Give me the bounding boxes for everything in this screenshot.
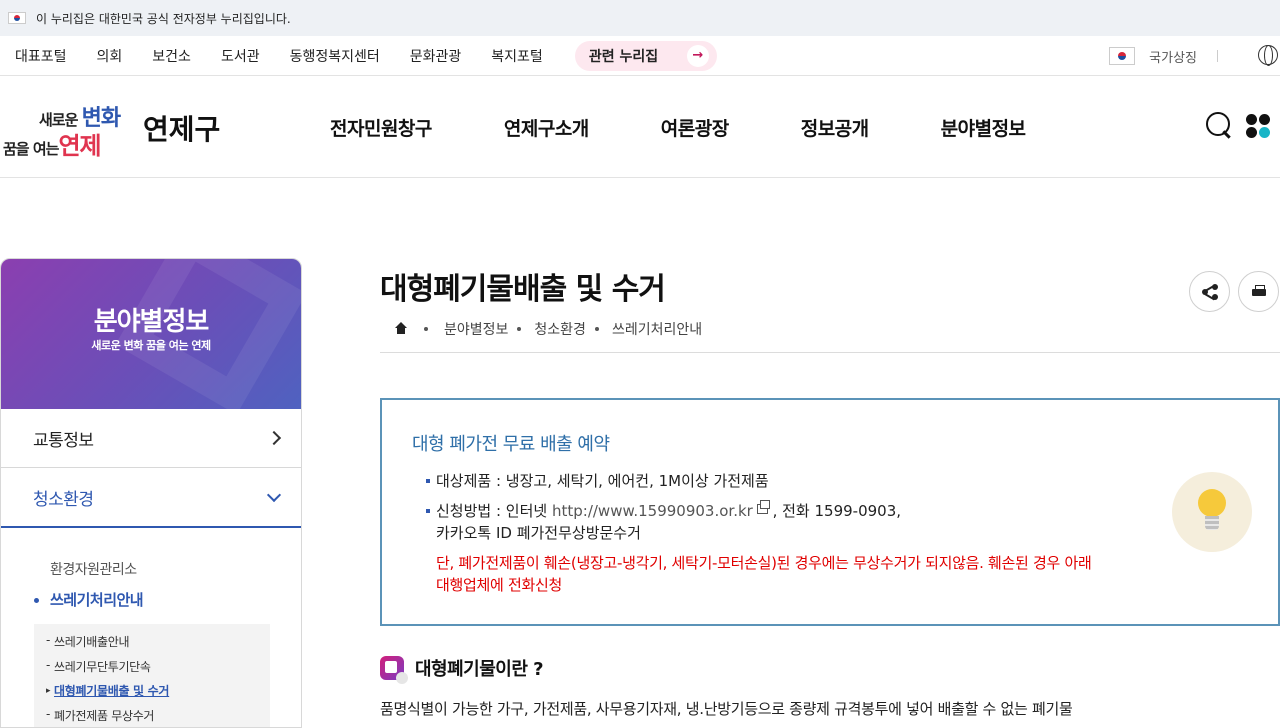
side-nav-item-label: 교통정보 — [33, 426, 94, 451]
breadcrumb-separator — [424, 327, 428, 331]
site-link-health[interactable]: 보건소 — [152, 46, 191, 66]
notice-box: 대형 폐가전 무료 배출 예약 대상제품 : 냉장고, 세탁기, 에어컨, 1M… — [380, 398, 1280, 626]
breadcrumb-item[interactable]: 쓰레기처리안내 — [612, 319, 702, 339]
side-nav-d4-illegal-dumping[interactable]: 쓰레기무단투기단속 — [46, 657, 270, 682]
notice-list: 대상제품 : 냉장고, 세탁기, 에어컨, 1M이상 가전제품 신청방법 : 인… — [426, 470, 1126, 552]
title-divider — [380, 352, 1280, 353]
section-icon — [380, 656, 404, 680]
side-nav: 분야별정보 새로운 변화 꿈을 여는 연제 교통정보 청소환경 환경자원관리소 … — [0, 258, 302, 728]
related-sites-label: 관련 누리집 — [589, 46, 658, 66]
breadcrumb-separator — [517, 327, 521, 331]
side-nav-subtitle: 새로운 변화 꿈을 여는 연제 — [1, 337, 301, 353]
divider — [1217, 50, 1218, 62]
side-nav-sub-waste-guide[interactable]: 쓰레기처리안내 — [34, 588, 301, 618]
related-sites-button[interactable]: 관련 누리집 → — [575, 41, 717, 71]
recycle-site-link[interactable]: http://www.15990903.or.kr — [552, 502, 753, 520]
gnb-item-info-disclosure[interactable]: 정보공개 — [801, 114, 869, 141]
national-symbol-link[interactable]: 국가상징 — [1109, 36, 1218, 76]
breadcrumb-item[interactable]: 분야별정보 — [444, 319, 508, 339]
breadcrumb: 분야별정보 청소환경 쓰레기처리안내 — [380, 318, 1280, 340]
site-link-culture[interactable]: 문화관광 — [410, 46, 462, 66]
section-heading: 대형폐기물이란 ? — [380, 655, 543, 681]
side-nav-d4-bulky-waste[interactable]: 대형폐기물배출 및 수거 — [46, 681, 270, 706]
site-link-council[interactable]: 의회 — [97, 46, 123, 66]
side-nav-title: 분야별정보 — [1, 301, 301, 338]
all-menu-icon[interactable] — [1246, 114, 1272, 140]
share-icon — [1202, 284, 1218, 300]
korea-flag-icon — [1109, 47, 1135, 65]
site-link-portal[interactable]: 대표포털 — [15, 46, 67, 66]
section-text: 품명식별이 가능한 가구, 가전제품, 사무용기자재, 냉.난방기등으로 종량제… — [380, 698, 1280, 719]
logo-slogan-bottom: 꿈을 여는연제 — [3, 126, 101, 161]
side-nav-item-label: 청소환경 — [33, 485, 94, 510]
section-title: 대형폐기물이란 ? — [415, 655, 543, 681]
side-nav-d4-appliance-pickup[interactable]: 폐가전제품 무상수거 — [46, 706, 270, 728]
gov-banner: 이 누리집은 대한민국 공식 전자정부 누리집입니다. — [0, 0, 1280, 36]
site-links-bar: 대표포털 의회 보건소 도서관 동행정복지센터 문화관광 복지포털 관련 누리집… — [0, 36, 1280, 76]
site-link-library[interactable]: 도서관 — [221, 46, 260, 66]
print-button[interactable] — [1238, 271, 1279, 312]
side-nav-header: 분야별정보 새로운 변화 꿈을 여는 연제 — [1, 259, 301, 409]
chevron-right-icon — [267, 431, 281, 445]
chevron-down-icon — [267, 488, 281, 502]
side-nav-item-traffic[interactable]: 교통정보 — [1, 409, 301, 468]
external-link-icon — [757, 504, 768, 514]
site-link-community-center[interactable]: 동행정복지센터 — [290, 46, 380, 66]
side-nav-submenu: 환경자원관리소 쓰레기처리안내 쓰레기배출안내 쓰레기무단투기단속 대형폐기물배… — [1, 528, 301, 728]
main-content: 대형폐기물배출 및 수거 분야별정보 청소환경 쓰레기처리안내 대형 폐가전 무… — [380, 258, 1280, 340]
gnb-item-field-info[interactable]: 분야별정보 — [941, 114, 1026, 141]
notice-item: 대상제품 : 냉장고, 세탁기, 에어컨, 1M이상 가전제품 — [426, 470, 1126, 492]
national-symbol-label: 국가상징 — [1149, 47, 1197, 66]
side-nav-depth4-list: 쓰레기배출안내 쓰레기무단투기단속 대형폐기물배출 및 수거 폐가전제품 무상수… — [34, 624, 270, 728]
print-icon — [1252, 285, 1266, 298]
breadcrumb-separator — [595, 327, 599, 331]
home-icon[interactable] — [394, 322, 408, 336]
gnb-item-opinion[interactable]: 여론광장 — [661, 114, 729, 141]
share-button[interactable] — [1189, 271, 1230, 312]
main-nav: 전자민원창구 연제구소개 여론광장 정보공개 분야별정보 — [330, 76, 1098, 178]
page-title: 대형폐기물배출 및 수거 — [380, 264, 1280, 308]
side-nav-d4-disposal-guide[interactable]: 쓰레기배출안내 — [46, 632, 270, 657]
lightbulb-icon — [1172, 472, 1252, 552]
gov-banner-text: 이 누리집은 대한민국 공식 전자정부 누리집입니다. — [36, 10, 291, 27]
arrow-right-icon: → — [687, 45, 709, 67]
notice-item: 신청방법 : 인터넷 http://www.15990903.or.kr , 전… — [426, 500, 1126, 544]
logo-name: 연제구 — [143, 108, 220, 148]
search-icon[interactable] — [1206, 112, 1232, 138]
korea-flag-icon — [8, 12, 26, 24]
breadcrumb-item[interactable]: 청소환경 — [534, 319, 586, 339]
site-links: 대표포털 의회 보건소 도서관 동행정복지센터 문화관광 복지포털 관련 누리집… — [0, 41, 747, 71]
notice-title: 대형 폐가전 무료 배출 예약 — [412, 430, 610, 456]
notice-warning: 단, 폐가전제품이 훼손(냉장고-냉각기, 세탁기-모터손실)된 경우에는 무상… — [436, 552, 1096, 596]
gnb-item-e-civil[interactable]: 전자민원창구 — [330, 114, 432, 141]
site-header: 새로운 변화 꿈을 여는연제 연제구 전자민원창구 연제구소개 여론광장 정보공… — [0, 76, 1280, 178]
site-logo[interactable]: 새로운 변화 꿈을 여는연제 연제구 — [3, 94, 223, 158]
site-link-welfare[interactable]: 복지포털 — [491, 46, 543, 66]
side-nav-sub-resource-center[interactable]: 환경자원관리소 — [34, 558, 301, 588]
globe-icon[interactable] — [1258, 45, 1278, 65]
side-nav-item-cleaning[interactable]: 청소환경 — [1, 468, 301, 528]
gnb-item-about[interactable]: 연제구소개 — [504, 114, 589, 141]
